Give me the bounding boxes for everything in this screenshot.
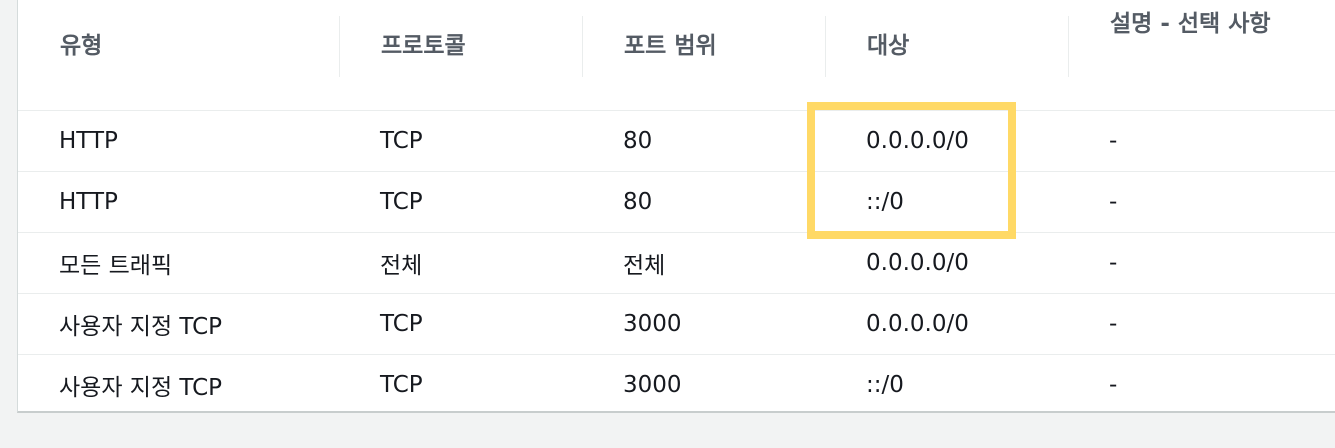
column-header-label: 설명 - 선택 사항 <box>1110 11 1271 37</box>
column-divider[interactable] <box>1068 16 1069 77</box>
cell-destination: ::/0 <box>825 171 1068 233</box>
table-row: 모든 트래픽 전체 전체 0.0.0.0/0 - <box>18 232 1335 294</box>
cell-port-range: 3000 <box>623 372 682 398</box>
cell-description: - <box>1068 293 1335 355</box>
cell-port-range: 3000 <box>582 293 825 355</box>
cell-protocol: TCP <box>380 372 423 398</box>
cell-port-range: 80 <box>582 171 825 233</box>
cell-description: - <box>1109 372 1118 398</box>
table-row: 사용자 지정 TCP TCP 3000 0.0.0.0/0 - <box>18 293 1335 355</box>
column-divider[interactable] <box>582 16 583 77</box>
column-divider[interactable] <box>825 16 826 77</box>
column-header-description[interactable]: 설명 - 선택 사항 <box>1068 0 1335 111</box>
cell-description: - <box>1068 171 1335 233</box>
cell-destination: 0.0.0.0/0 <box>825 232 1068 294</box>
cell-port-range: 전체 <box>582 232 825 294</box>
column-header-label: 프로토콜 <box>381 33 466 59</box>
cell-destination: 0.0.0.0/0 <box>825 293 1068 355</box>
table-header-row: 유형 프로토콜 포트 범위 대상 설명 - 선택 사항 <box>18 0 1335 111</box>
cell-protocol: TCP <box>339 171 582 233</box>
table-row: HTTP TCP 80 0.0.0.0/0 - <box>18 110 1335 172</box>
column-header-protocol[interactable]: 프로토콜 <box>339 0 582 111</box>
cell-protocol: 전체 <box>339 232 582 294</box>
cell-destination: 0.0.0.0/0 <box>825 110 1068 172</box>
cell-type: HTTP <box>18 110 339 172</box>
column-header-label: 포트 범위 <box>624 33 717 59</box>
column-header-label: 유형 <box>60 33 103 59</box>
table-row: HTTP TCP 80 ::/0 - <box>18 171 1335 233</box>
cell-destination: ::/0 <box>866 372 904 398</box>
cell-type: 사용자 지정 TCP <box>18 293 339 355</box>
column-divider[interactable] <box>339 16 340 77</box>
column-header-port-range[interactable]: 포트 범위 <box>582 0 825 111</box>
inbound-rules-table: 유형 프로토콜 포트 범위 대상 설명 - 선택 사항 HTTP TCP 80 … <box>18 0 1335 415</box>
cell-type: 사용자 지정 TCP <box>59 375 223 401</box>
cell-description: - <box>1068 110 1335 172</box>
cell-type: 모든 트래픽 <box>18 232 339 294</box>
cell-description: - <box>1068 232 1335 294</box>
cell-protocol: TCP <box>339 110 582 172</box>
cell-type: HTTP <box>18 171 339 233</box>
security-group-rules-panel: 유형 프로토콜 포트 범위 대상 설명 - 선택 사항 HTTP TCP 80 … <box>17 0 1335 413</box>
column-header-label: 대상 <box>867 33 910 59</box>
column-header-destination[interactable]: 대상 <box>825 0 1068 111</box>
cell-port-range: 80 <box>582 110 825 172</box>
column-header-type[interactable]: 유형 <box>18 0 339 111</box>
table-row: 사용자 지정 TCP TCP 3000 ::/0 - <box>18 355 1335 416</box>
cell-protocol: TCP <box>339 293 582 355</box>
